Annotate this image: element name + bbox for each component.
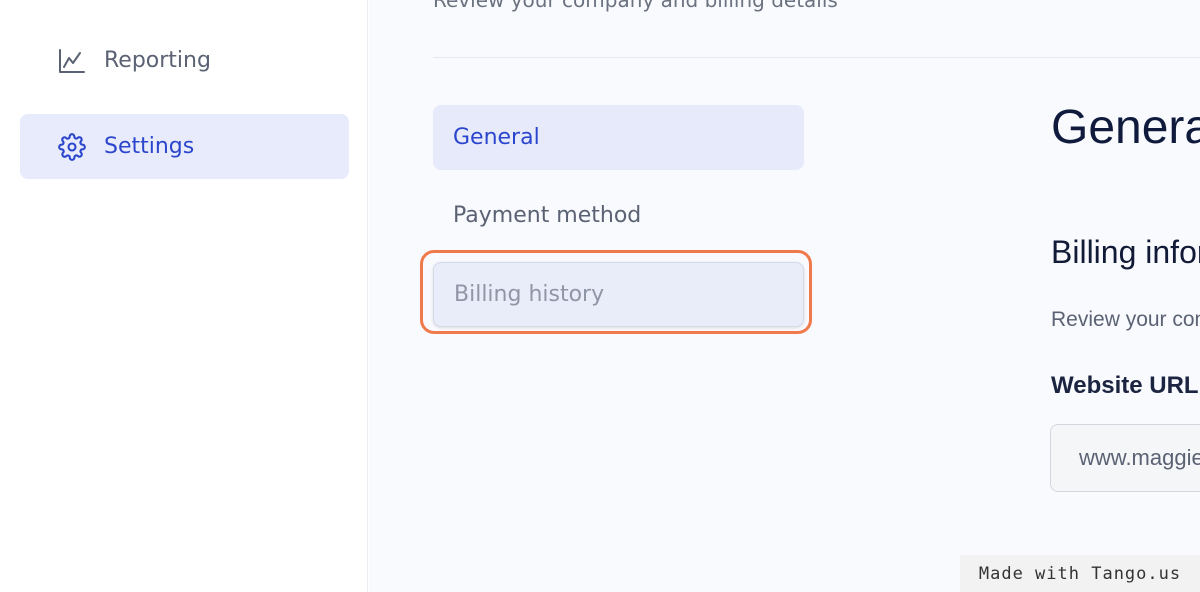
content-title: General <box>1051 101 1200 154</box>
website-url-label: Website URL <box>1051 372 1199 399</box>
website-url-input[interactable] <box>1050 424 1200 492</box>
main-content: Review your company and billing details … <box>369 0 1200 592</box>
sidebar-item-settings[interactable]: Settings <box>20 114 349 179</box>
tab-billing-history[interactable]: Billing history <box>433 262 804 327</box>
sidebar-item-label: Reporting <box>104 48 211 73</box>
main-clip: Review your company and billing details … <box>369 0 1200 592</box>
sidebar-item-label: Settings <box>104 134 195 159</box>
gear-icon <box>57 132 87 162</box>
section-title: Billing information <box>1051 234 1200 270</box>
section-description: Review your company details <box>1051 308 1200 331</box>
page-subtitle: Review your company and billing details <box>433 0 838 12</box>
sidebar: Reporting Settings <box>0 0 368 592</box>
app-window: Reporting Settings Review your company a… <box>0 0 1200 592</box>
tab-payment-method[interactable]: Payment method <box>433 183 804 248</box>
sidebar-item-reporting[interactable]: Reporting <box>20 28 349 93</box>
tango-watermark: Made with Tango.us <box>960 555 1200 592</box>
divider <box>433 57 1200 58</box>
tab-general[interactable]: General <box>433 105 804 170</box>
chart-line-icon <box>57 46 87 76</box>
